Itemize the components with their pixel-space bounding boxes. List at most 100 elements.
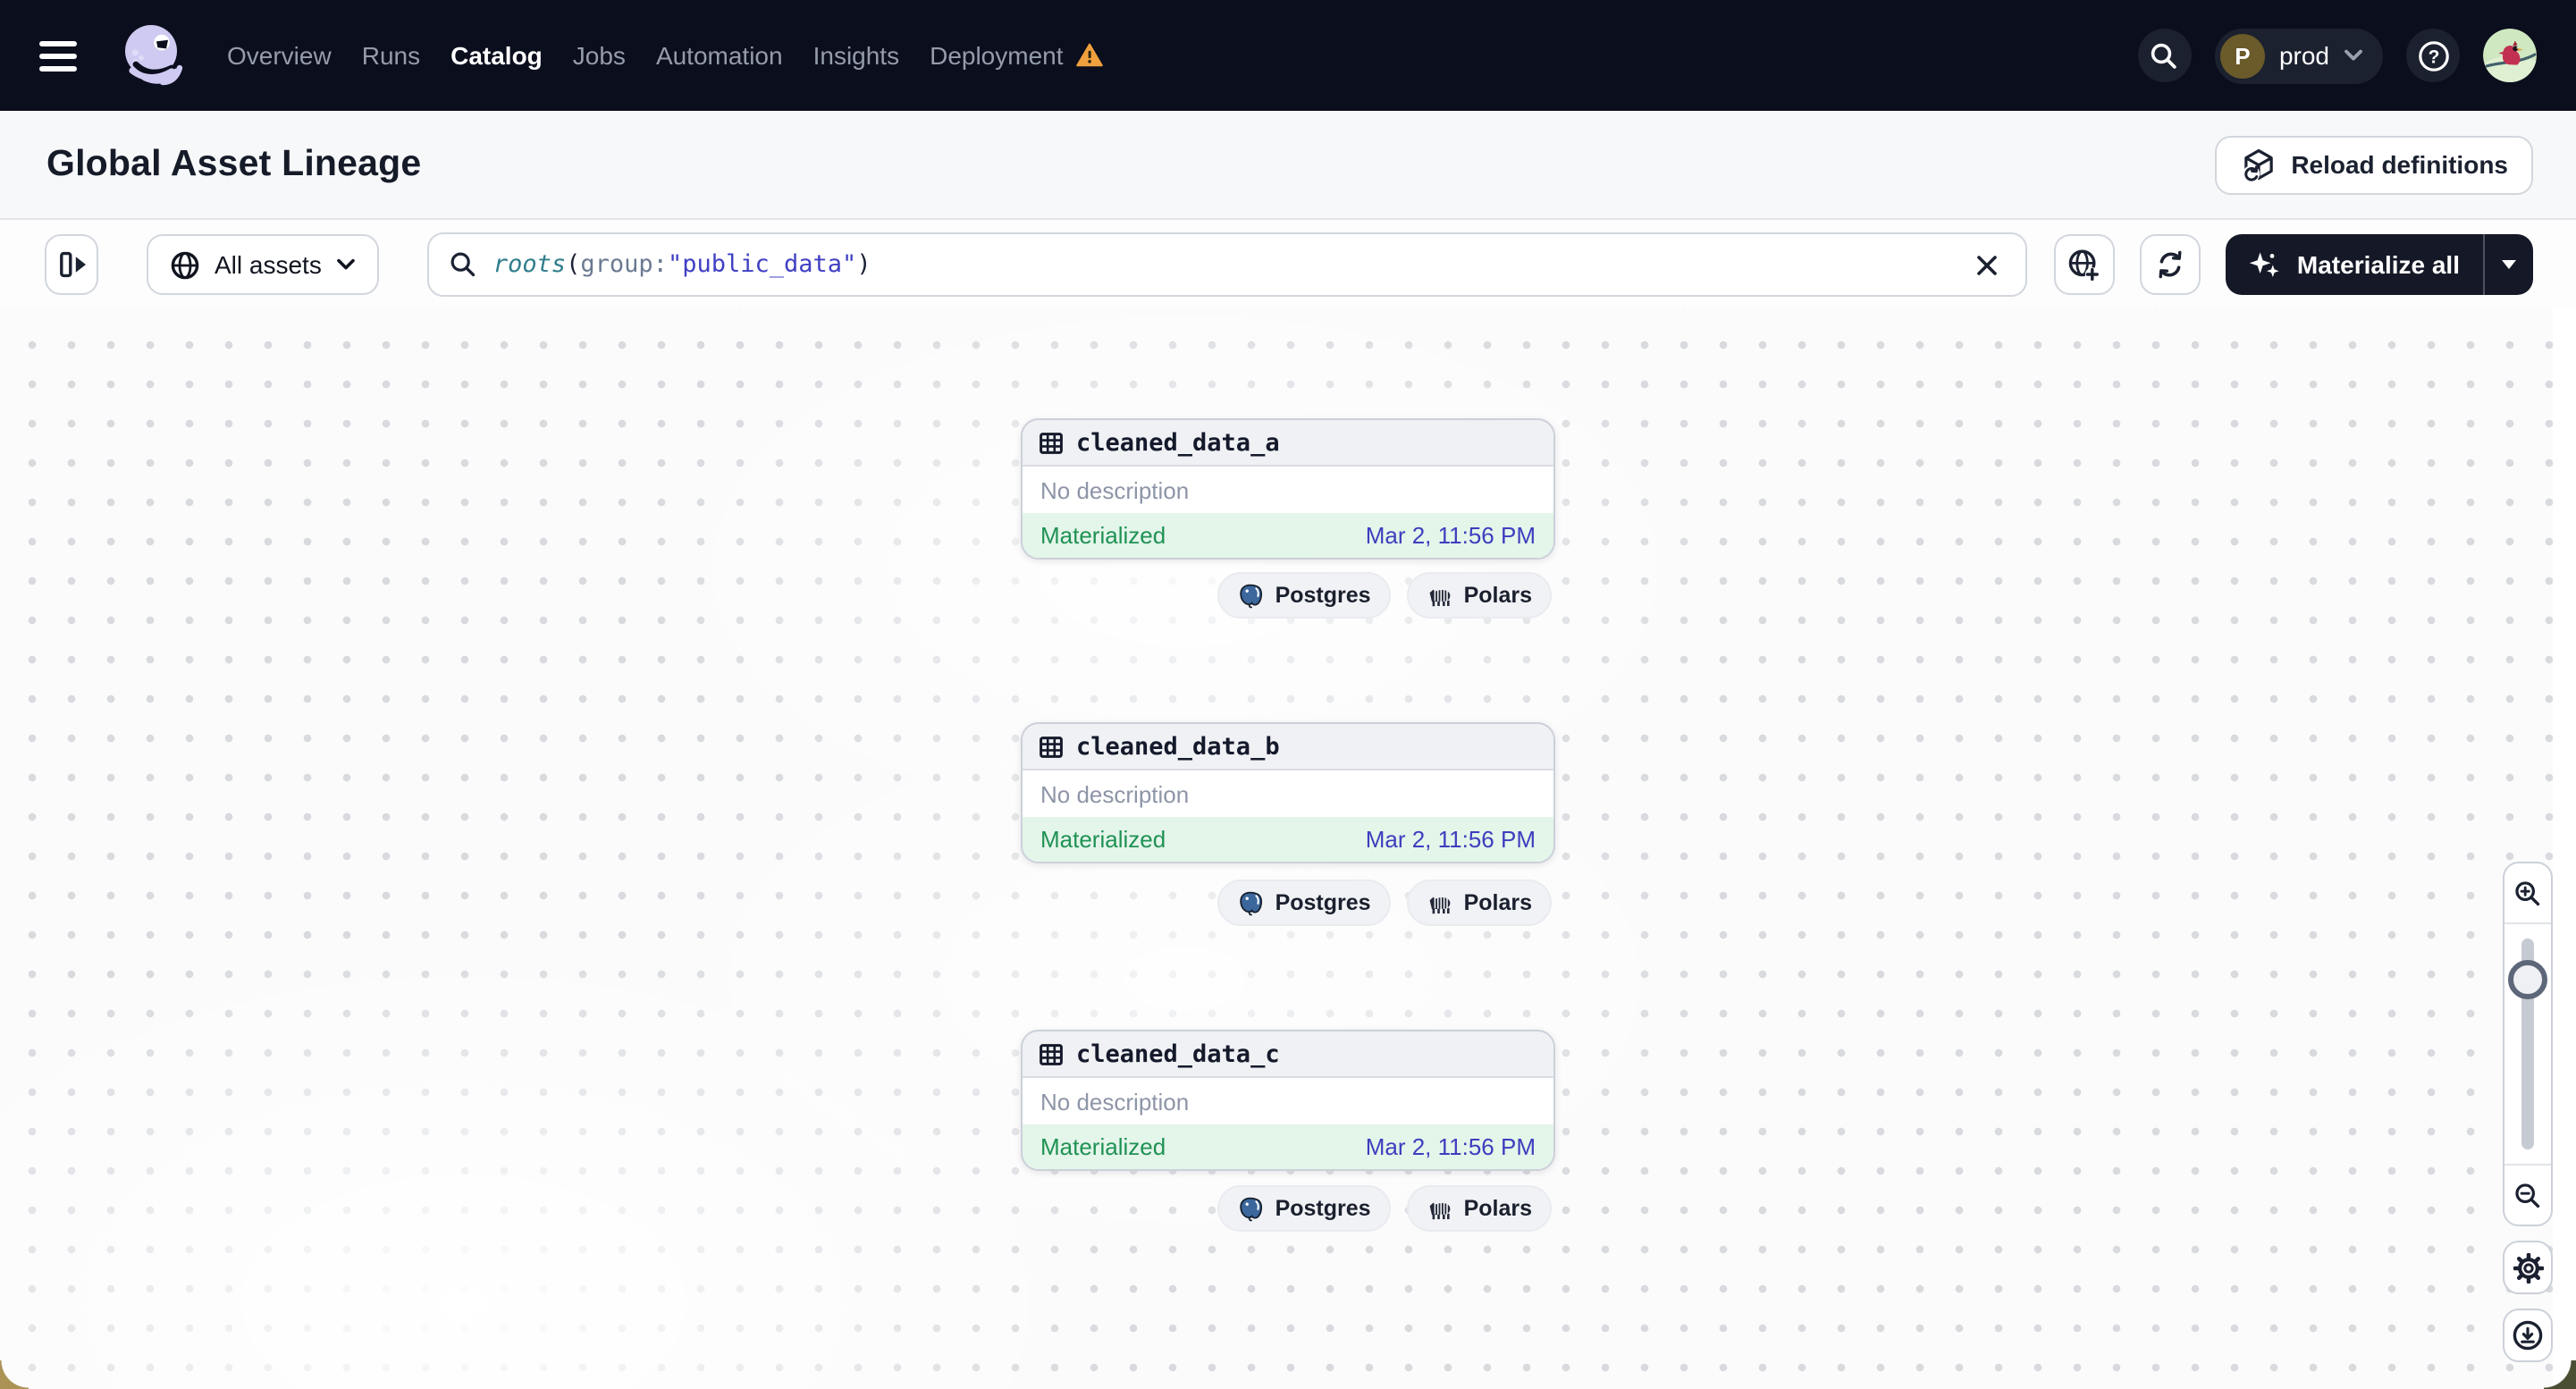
tag-polars[interactable]: Polars xyxy=(1406,572,1552,619)
tag-postgres[interactable]: Postgres xyxy=(1217,880,1391,926)
sparkles-icon xyxy=(2249,252,2279,277)
user-avatar[interactable] xyxy=(2483,29,2537,82)
tag-label: Postgres xyxy=(1275,583,1371,608)
app-window: Overview Runs Catalog Jobs Automation In… xyxy=(0,0,2576,1389)
open-left-panel-button[interactable] xyxy=(45,234,98,295)
tag-polars[interactable]: Polars xyxy=(1406,880,1552,926)
search-button[interactable] xyxy=(2137,29,2192,82)
tag-polars[interactable]: Polars xyxy=(1406,1185,1552,1232)
search-icon xyxy=(2151,42,2177,68)
top-nav: Overview Runs Catalog Jobs Automation In… xyxy=(0,0,2576,111)
tag-label: Polars xyxy=(1463,1196,1532,1221)
materialization-timestamp[interactable]: Mar 2, 11:56 PM xyxy=(1366,826,1536,853)
nav-item-overview[interactable]: Overview xyxy=(227,41,332,70)
materialization-timestamp[interactable]: Mar 2, 11:56 PM xyxy=(1366,522,1536,549)
asset-tags-row: Postgres Polars xyxy=(1021,572,1552,619)
table-asset-icon xyxy=(1040,432,1063,453)
table-asset-icon xyxy=(1040,736,1063,757)
gear-icon xyxy=(2513,1252,2543,1283)
page-header: Global Asset Lineage Reload definitions xyxy=(0,111,2576,220)
asset-node-cleaned-data-c[interactable]: cleaned_data_c No description Materializ… xyxy=(1021,1030,1555,1171)
graph-settings-button[interactable] xyxy=(2503,1241,2553,1294)
asset-status-bar: Materialized Mar 2, 11:56 PM xyxy=(1023,1124,1553,1169)
asset-node-header: cleaned_data_c xyxy=(1023,1031,1553,1078)
lineage-graph-canvas[interactable]: cleaned_data_a No description Materializ… xyxy=(0,309,2576,1389)
reload-definitions-icon xyxy=(2242,147,2273,181)
chevron-down-icon xyxy=(2344,49,2362,61)
table-asset-icon xyxy=(1040,1043,1063,1065)
help-button[interactable]: ? xyxy=(2406,29,2460,82)
asset-name: cleaned_data_c xyxy=(1076,1040,1280,1068)
hamburger-menu-button[interactable] xyxy=(39,29,93,82)
asset-status-bar: Materialized Mar 2, 11:56 PM xyxy=(1023,817,1553,862)
tag-postgres[interactable]: Postgres xyxy=(1217,572,1391,619)
caret-down-icon xyxy=(2502,260,2516,269)
materialize-all-button[interactable]: Materialize all xyxy=(2226,234,2483,295)
query-value: "public_data" xyxy=(667,250,857,279)
asset-scope-label: All assets xyxy=(215,250,322,279)
tag-label: Polars xyxy=(1463,890,1532,915)
tag-label: Postgres xyxy=(1275,890,1371,915)
query-field: group: xyxy=(580,250,668,279)
polars-icon xyxy=(1429,896,1450,913)
chevron-down-icon xyxy=(337,258,355,270)
postgres-icon xyxy=(1240,1196,1263,1221)
download-image-button[interactable] xyxy=(2503,1309,2553,1362)
nav-item-jobs[interactable]: Jobs xyxy=(573,41,626,70)
refresh-graph-button[interactable] xyxy=(2139,234,2201,295)
right-gutter xyxy=(2553,309,2576,1389)
toolbar-right-group: Materialize all xyxy=(2053,234,2533,295)
asset-scope-dropdown[interactable]: All assets xyxy=(147,234,379,295)
asset-selection-input[interactable]: roots(group:"public_data") xyxy=(426,232,2027,297)
dagster-logo[interactable] xyxy=(118,21,186,89)
warning-icon xyxy=(1075,43,1103,67)
tag-label: Postgres xyxy=(1275,1196,1371,1221)
nav-item-insights[interactable]: Insights xyxy=(813,41,900,70)
octopus-logo-icon xyxy=(125,25,183,86)
asset-tags-row: Postgres Polars xyxy=(1021,880,1552,926)
primary-nav: Overview Runs Catalog Jobs Automation In… xyxy=(227,41,1103,70)
top-nav-right: P prod ? xyxy=(2137,28,2537,83)
clear-query-button[interactable] xyxy=(1970,247,2006,282)
cardinal-avatar-image xyxy=(2483,29,2537,82)
postgres-icon xyxy=(1240,583,1263,608)
polars-icon xyxy=(1429,588,1450,606)
deployment-initial-badge: P xyxy=(2219,33,2265,78)
asset-selection-query[interactable]: roots(group:"public_data") xyxy=(493,250,1954,279)
materialize-all-label: Materialize all xyxy=(2296,250,2460,279)
query-close-paren: ) xyxy=(856,250,871,279)
materialization-timestamp[interactable]: Mar 2, 11:56 PM xyxy=(1366,1133,1536,1160)
nav-item-runs[interactable]: Runs xyxy=(362,41,420,70)
asset-node-header: cleaned_data_b xyxy=(1023,724,1553,770)
deployment-name: prod xyxy=(2278,41,2329,70)
nav-item-deployment[interactable]: Deployment xyxy=(930,41,1063,70)
asset-node-cleaned-data-b[interactable]: cleaned_data_b No description Materializ… xyxy=(1021,722,1555,863)
search-icon xyxy=(450,252,476,277)
asset-description: No description xyxy=(1023,467,1553,513)
query-open-paren: ( xyxy=(566,250,581,279)
tag-label: Polars xyxy=(1463,583,1532,608)
nav-item-automation[interactable]: Automation xyxy=(656,41,783,70)
zoom-out-button[interactable] xyxy=(2504,1164,2551,1225)
zoom-out-icon xyxy=(2515,1183,2540,1208)
tag-postgres[interactable]: Postgres xyxy=(1217,1185,1391,1232)
postgres-icon xyxy=(1240,890,1263,915)
status-badge: Materialized xyxy=(1040,826,1166,853)
materialize-options-button[interactable] xyxy=(2485,234,2533,295)
asset-node-cleaned-data-a[interactable]: cleaned_data_a No description Materializ… xyxy=(1021,418,1555,560)
deployment-switcher[interactable]: P prod xyxy=(2214,28,2383,83)
new-selection-tab-button[interactable] xyxy=(2053,234,2115,295)
globe-icon xyxy=(171,250,199,279)
zoom-slider[interactable] xyxy=(2504,924,2551,1164)
nav-item-catalog[interactable]: Catalog xyxy=(450,41,543,70)
status-badge: Materialized xyxy=(1040,1133,1166,1160)
asset-description: No description xyxy=(1023,1078,1553,1124)
asset-name: cleaned_data_a xyxy=(1076,428,1280,457)
query-function: roots xyxy=(492,250,567,279)
download-icon xyxy=(2513,1320,2543,1351)
panel-expand-icon xyxy=(60,251,86,278)
zoom-slider-thumb[interactable] xyxy=(2508,960,2547,999)
reload-definitions-button[interactable]: Reload definitions xyxy=(2214,135,2533,194)
close-icon xyxy=(1978,255,1998,274)
zoom-in-button[interactable] xyxy=(2504,863,2551,924)
